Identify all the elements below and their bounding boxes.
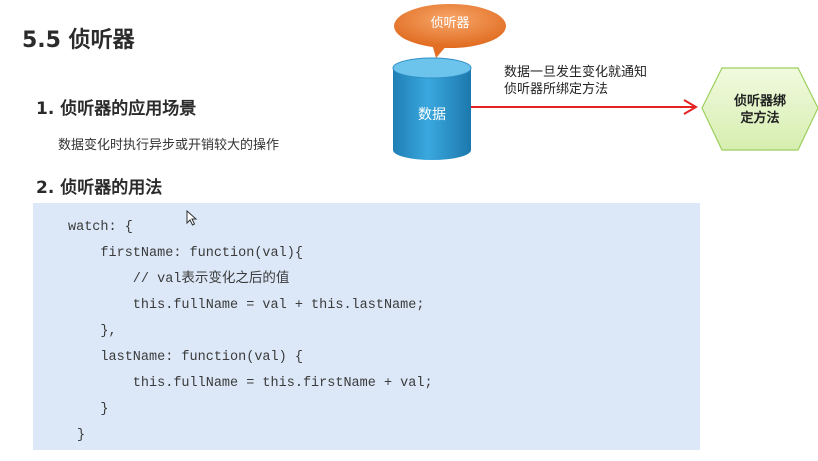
hexagon-label-line-2: 定方法 <box>740 111 780 126</box>
code-line: watch: { <box>68 220 133 235</box>
code-line: }, <box>68 324 117 339</box>
code-line: this.fullName = this.firstName + val; <box>68 376 433 391</box>
arrow-caption: 数据一旦发生变化就通知 侦听器所绑定方法 <box>504 64 647 98</box>
mouse-pointer-icon <box>186 210 198 226</box>
page-title: 5.5 侦听器 <box>22 28 135 53</box>
section-heading-usage: 2. 侦听器的用法 <box>36 178 163 198</box>
code-line: firstName: function(val){ <box>68 246 303 261</box>
notify-arrow <box>471 99 698 115</box>
hexagon-label: 侦听器绑 定方法 <box>708 93 812 127</box>
code-line: this.fullName = val + this.lastName; <box>68 298 425 313</box>
arrow-caption-line-2: 侦听器所绑定方法 <box>504 82 609 97</box>
database-label: 数据 <box>418 107 446 123</box>
hexagon-label-line-1: 侦听器绑 <box>733 94 786 109</box>
arrow-caption-line-1: 数据一旦发生变化就通知 <box>504 65 648 80</box>
code-line: } <box>68 402 109 417</box>
section-heading-use-cases: 1. 侦听器的应用场景 <box>36 99 197 119</box>
watcher-bubble-label: 侦听器 <box>430 16 470 31</box>
code-line: // val表示变化之后的值 <box>68 272 290 287</box>
section-description: 数据变化时执行异步或开销较大的操作 <box>58 138 280 153</box>
code-line: lastName: function(val) { <box>68 350 303 365</box>
code-block: watch: { firstName: function(val){ // va… <box>33 203 700 450</box>
code-line: } <box>77 428 86 443</box>
